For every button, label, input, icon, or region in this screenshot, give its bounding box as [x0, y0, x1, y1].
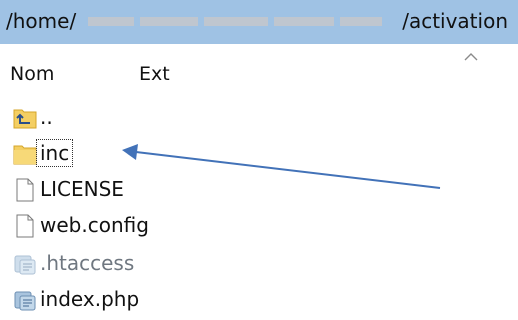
annotation-arrow-icon — [122, 144, 441, 189]
